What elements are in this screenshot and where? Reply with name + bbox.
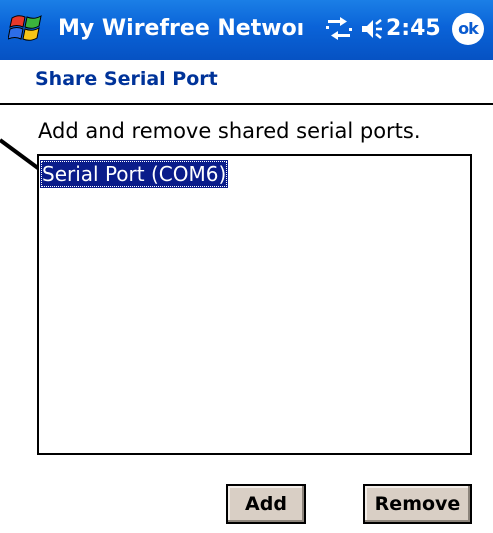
add-button[interactable]: Add bbox=[226, 484, 306, 524]
app-title[interactable]: My Wirefree Netwoı bbox=[58, 14, 316, 44]
clock[interactable]: 2:45 bbox=[386, 14, 441, 44]
network-connection-icon[interactable] bbox=[324, 14, 354, 44]
windows-flag-icon[interactable] bbox=[8, 12, 46, 46]
instruction-text: Add and remove shared serial ports. bbox=[38, 119, 421, 143]
page-title: Share Serial Port bbox=[35, 68, 218, 90]
list-item[interactable]: Serial Port (COM6) bbox=[40, 160, 229, 188]
screen: My Wirefree Netwoı 2:45 ok Share Serial … bbox=[0, 0, 493, 533]
ok-button[interactable]: ok bbox=[452, 13, 484, 45]
shared-ports-listbox[interactable]: Serial Port (COM6) bbox=[37, 154, 472, 455]
title-bar: My Wirefree Netwoı 2:45 ok bbox=[0, 0, 493, 60]
header-divider bbox=[0, 103, 493, 105]
remove-button[interactable]: Remove bbox=[363, 484, 472, 524]
speaker-volume-icon[interactable] bbox=[360, 15, 384, 43]
